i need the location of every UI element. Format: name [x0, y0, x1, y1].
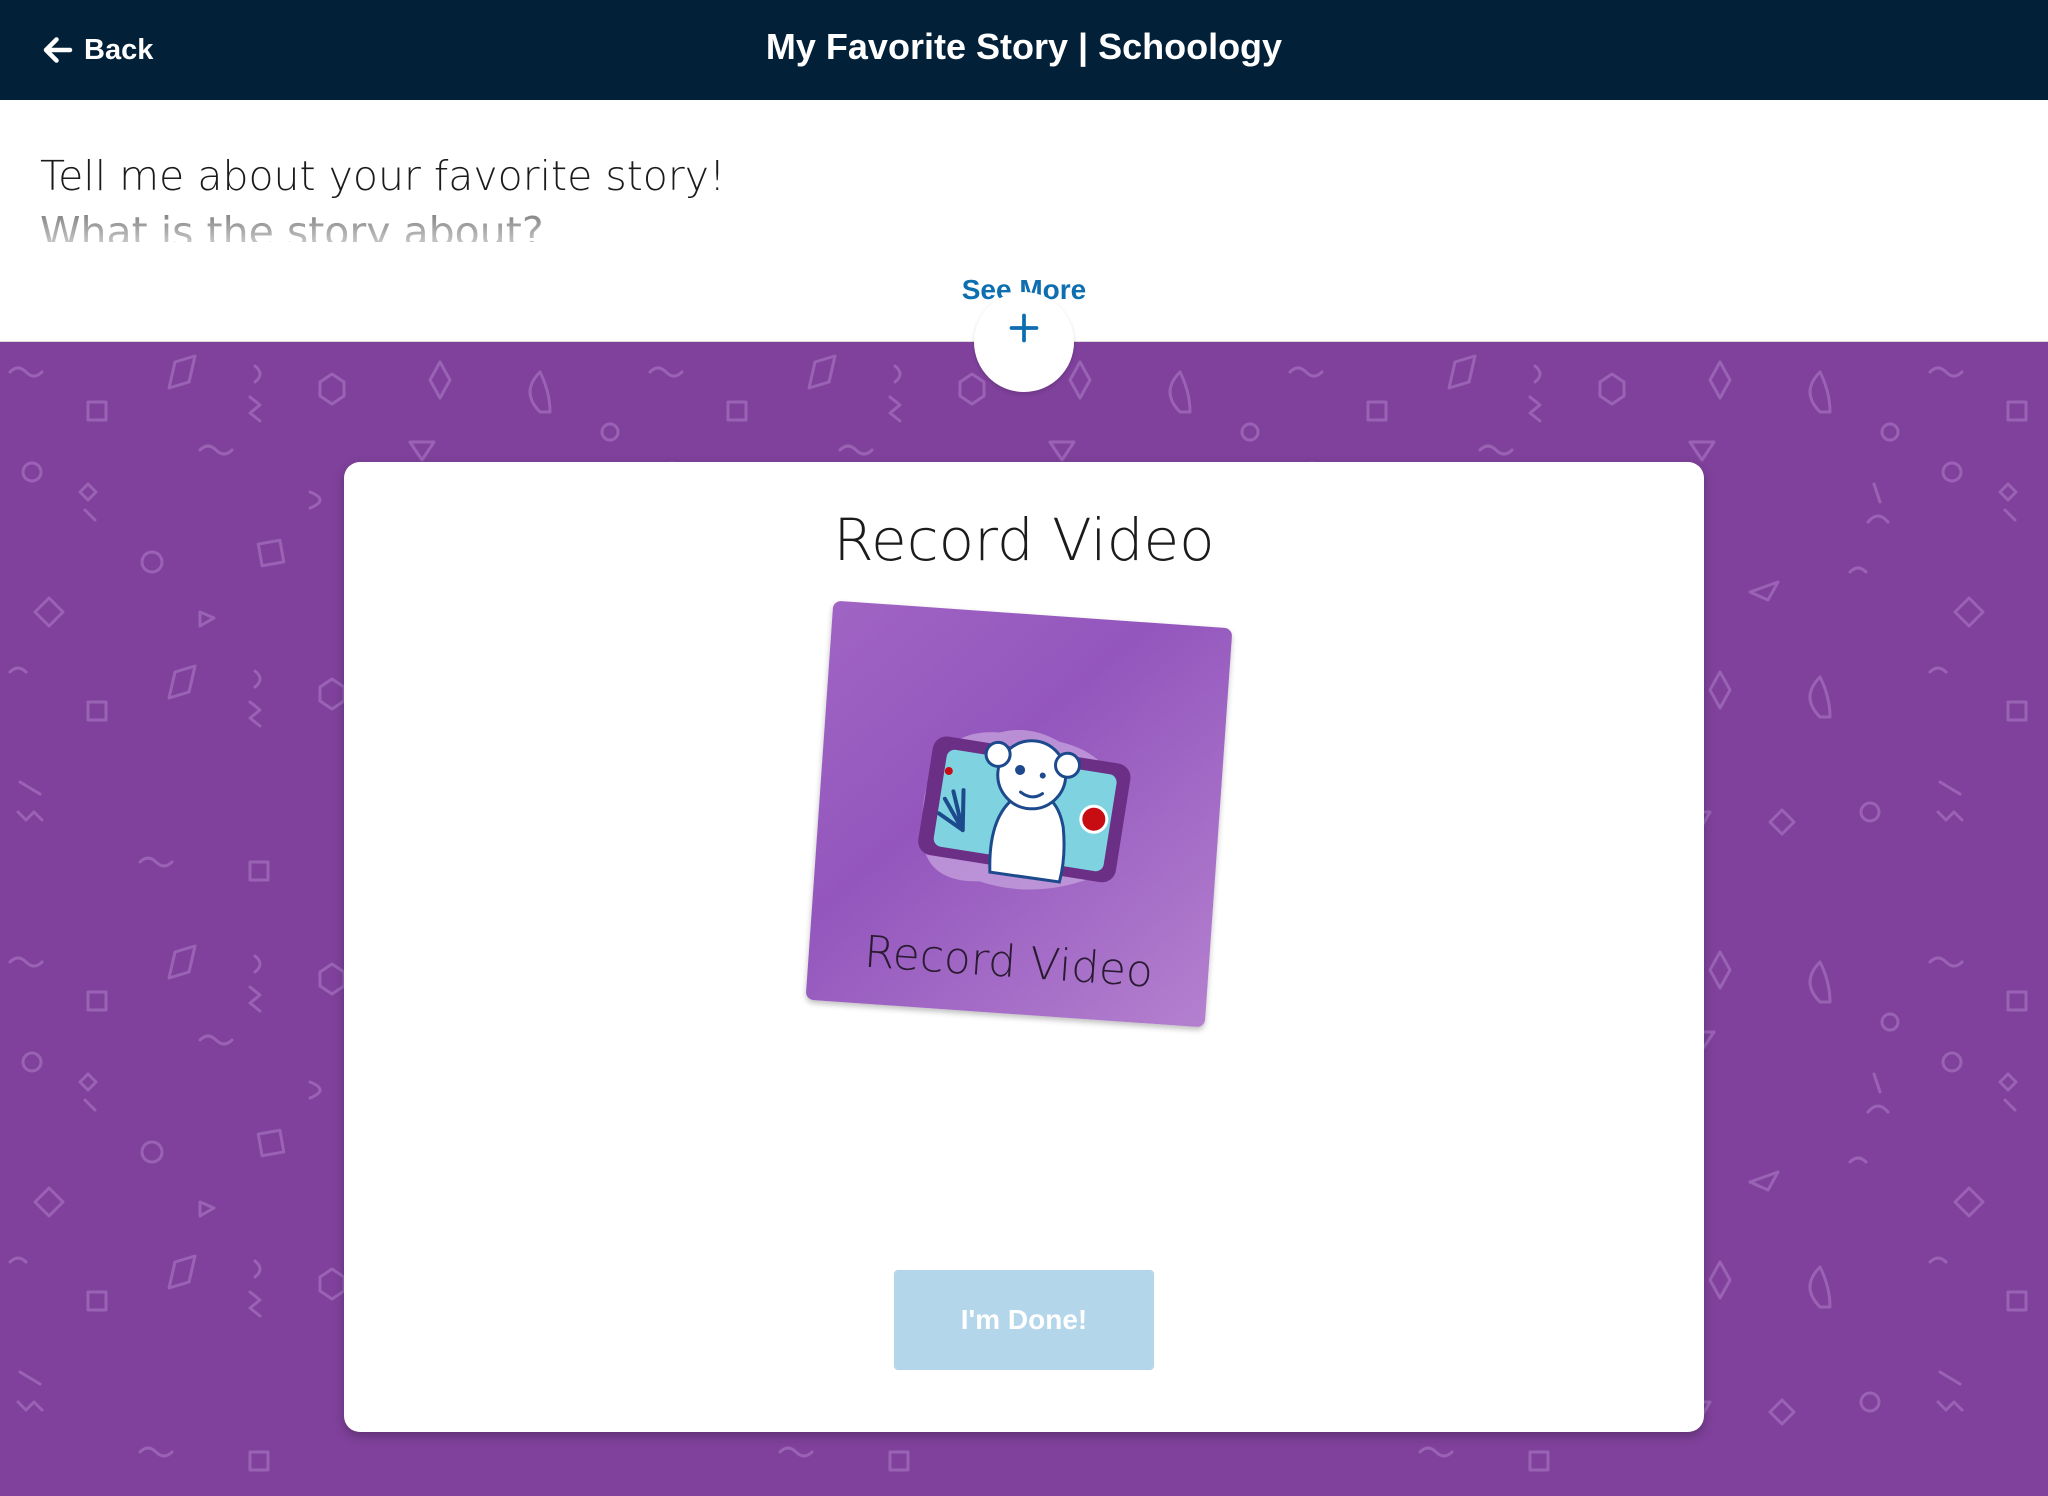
top-navigation-bar: Back My Favorite Story | Schoology: [0, 0, 2048, 100]
expand-button[interactable]: [974, 292, 1074, 392]
instructions-text: Tell me about your favorite story!: [40, 152, 726, 200]
record-video-card: Record Video Record Video I'm Done!: [344, 462, 1704, 1432]
video-camera-tablet-icon: [918, 730, 1131, 890]
record-video-tile[interactable]: Record Video: [805, 600, 1233, 1028]
tile-label: Record Video: [862, 926, 1155, 998]
instructions-faded-text-wrap: What is the story about?: [40, 208, 840, 242]
instructions-faded-text: What is the story about?: [40, 208, 840, 242]
page-title: My Favorite Story | Schoology: [765, 26, 1283, 67]
card-title: Record Video: [833, 506, 1215, 574]
plus-icon: [1009, 313, 1039, 343]
im-done-button[interactable]: I'm Done!: [894, 1270, 1154, 1370]
